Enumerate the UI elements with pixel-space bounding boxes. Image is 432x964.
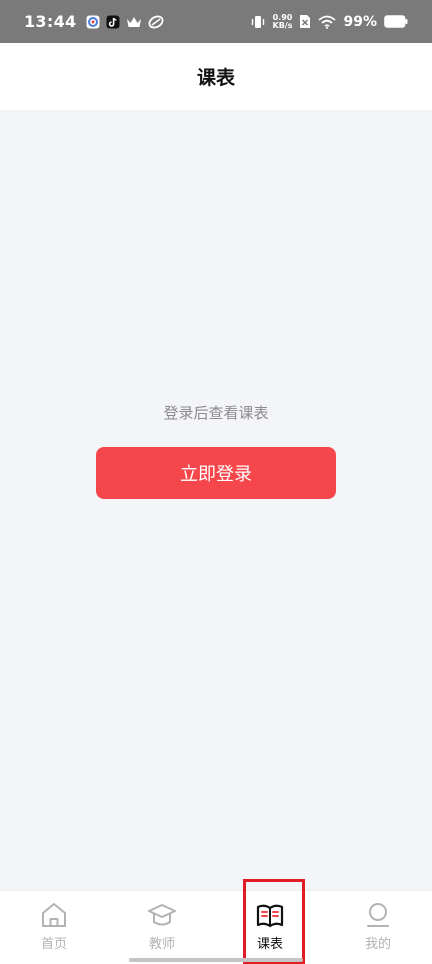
status-app-icons bbox=[86, 15, 164, 29]
tiktok-icon bbox=[106, 15, 120, 28]
tab-mine[interactable]: 我的 bbox=[324, 891, 432, 964]
battery-icon bbox=[384, 15, 408, 28]
wifi-icon bbox=[318, 15, 337, 29]
tab-mine-label: 我的 bbox=[364, 937, 391, 952]
home-icon bbox=[42, 903, 66, 927]
status-time: 13:44 bbox=[24, 12, 77, 31]
graduation-cap-icon bbox=[148, 904, 176, 926]
main-content: 登录后查看课表 立即登录 bbox=[0, 110, 432, 890]
no-sim-icon bbox=[300, 15, 311, 28]
login-hint-text: 登录后查看课表 bbox=[163, 404, 269, 422]
net-speed: 0.90 KB/s bbox=[272, 13, 293, 30]
bottom-tab-bar: 首页 教师 课表 我的 bbox=[0, 890, 432, 964]
home-indicator[interactable] bbox=[129, 958, 303, 962]
status-bar: 13:44 0.90 KB/s 99% bbox=[0, 0, 432, 43]
tab-teachers-label: 教师 bbox=[148, 937, 175, 952]
net-speed-unit: KB/s bbox=[272, 20, 293, 30]
tab-teachers[interactable]: 教师 bbox=[108, 891, 216, 964]
tab-schedule-label: 课表 bbox=[256, 937, 283, 952]
tab-schedule[interactable]: 课表 bbox=[216, 891, 324, 964]
screen: 13:44 0.90 KB/s 99% 课表 登录后查看课表 立即登录 首页 教… bbox=[0, 0, 432, 964]
book-icon bbox=[256, 904, 284, 928]
page-header: 课表 bbox=[0, 43, 432, 110]
tab-home-label: 首页 bbox=[40, 937, 67, 952]
status-right: 0.90 KB/s 99% bbox=[250, 13, 409, 30]
login-button[interactable]: 立即登录 bbox=[96, 447, 336, 499]
crown-icon bbox=[127, 16, 142, 27]
page-title: 课表 bbox=[196, 67, 235, 89]
profile-icon bbox=[367, 903, 389, 927]
tab-home[interactable]: 首页 bbox=[0, 891, 108, 964]
leaf-app-icon bbox=[148, 15, 164, 28]
battery-percent: 99% bbox=[343, 13, 377, 30]
vibrate-icon bbox=[251, 15, 264, 28]
app-notification-icon bbox=[86, 15, 100, 28]
